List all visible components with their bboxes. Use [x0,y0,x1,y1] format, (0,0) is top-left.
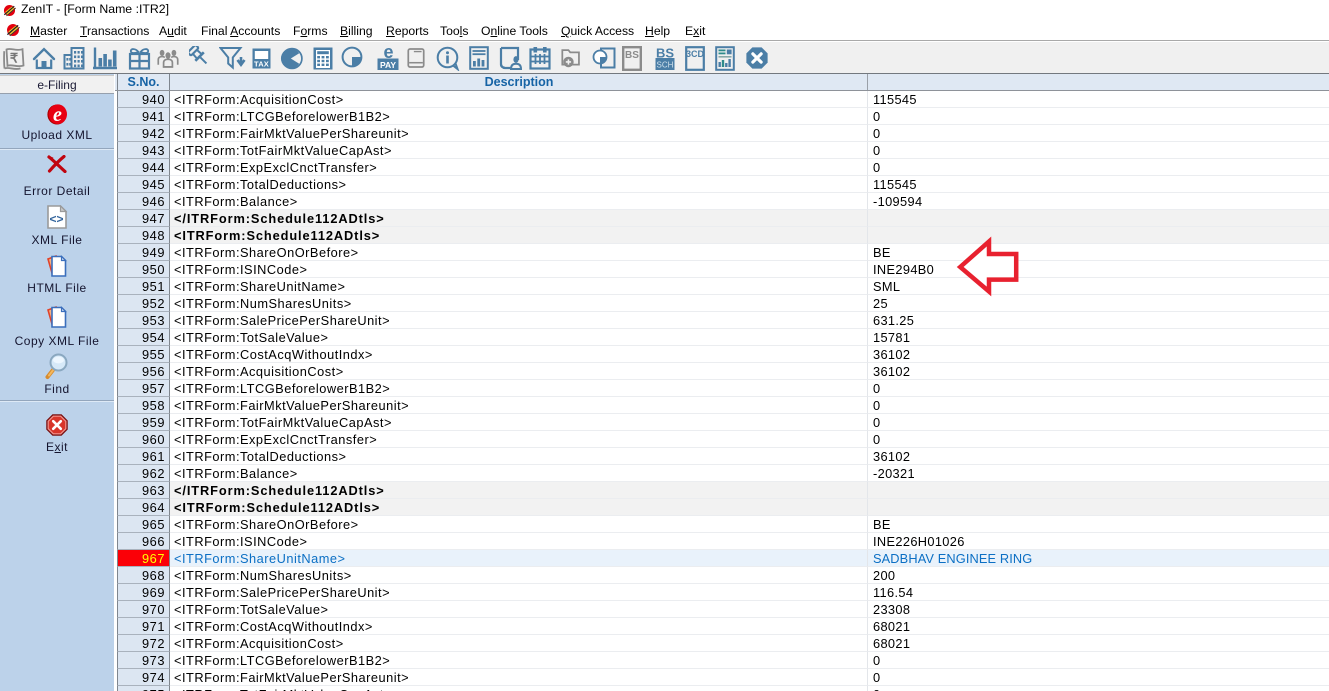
svg-text:TAX: TAX [254,59,269,68]
svg-text:BS: BS [625,50,639,61]
svg-text:SCH: SCH [657,61,674,70]
svg-text:₹: ₹ [10,51,19,66]
svg-text:e: e [53,104,62,125]
svg-text:<>: <> [49,212,63,226]
svg-text:PAY: PAY [380,60,396,70]
svg-text:3CD: 3CD [686,49,705,59]
